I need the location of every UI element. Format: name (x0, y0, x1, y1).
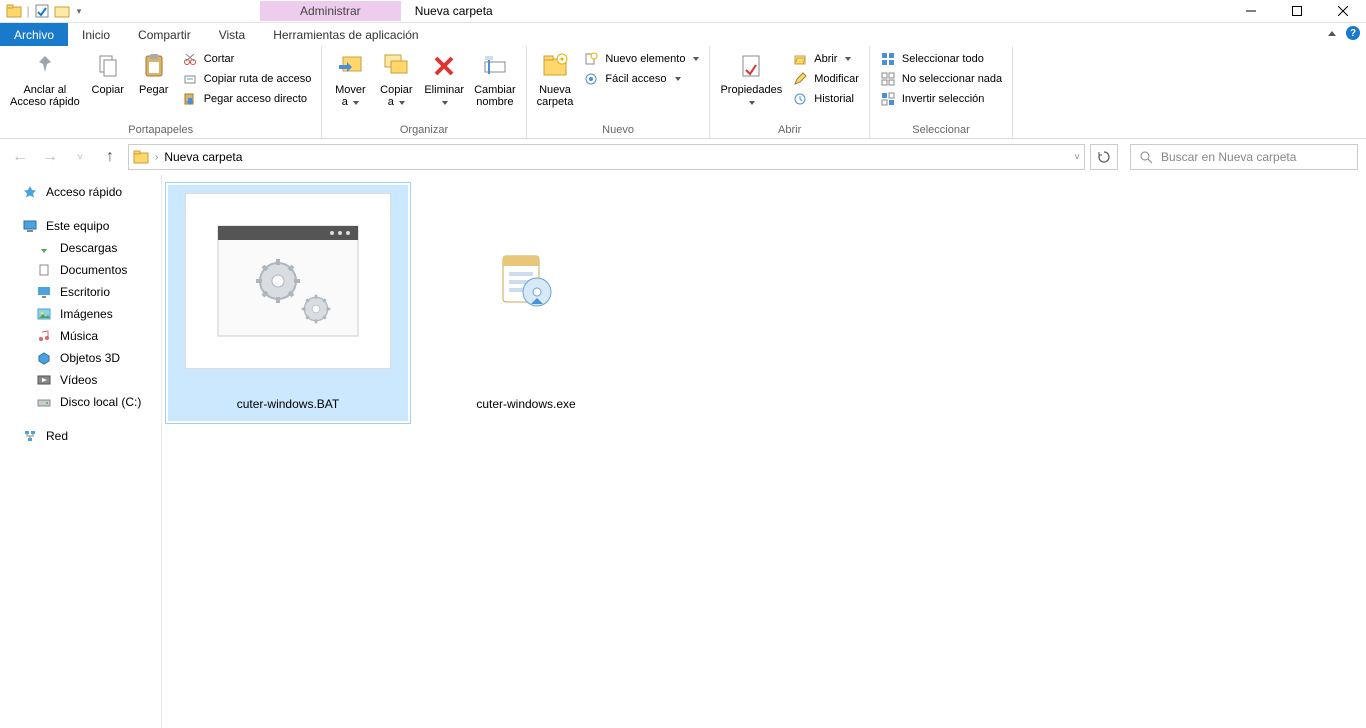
file-item[interactable]: cuter-windows.BAT (168, 185, 408, 421)
file-item[interactable]: cuter-windows.exe (420, 185, 632, 421)
select-none-icon (880, 71, 896, 87)
desktop-icon (36, 284, 52, 300)
tab-app-tools[interactable]: Herramientas de aplicación (259, 23, 432, 46)
nav-pictures[interactable]: Imágenes (0, 303, 161, 325)
file-name-label: cuter-windows.exe (472, 395, 579, 413)
history-icon (792, 91, 808, 107)
tab-file[interactable]: Archivo (0, 23, 68, 46)
nav-music[interactable]: Música (0, 325, 161, 347)
group-label-new: Nuevo (533, 123, 704, 138)
new-item-icon (583, 51, 599, 67)
star-icon (22, 184, 38, 200)
delete-button[interactable]: Eliminar (420, 48, 468, 110)
cut-button[interactable]: Cortar (178, 50, 316, 68)
breadcrumb[interactable]: Nueva carpeta (164, 150, 242, 164)
pictures-icon (36, 306, 52, 322)
folder-icon (133, 149, 149, 165)
group-label-select: Seleccionar (876, 123, 1006, 138)
folder-app-icon (6, 3, 22, 19)
select-all-icon (880, 51, 896, 67)
new-item-button[interactable]: Nuevo elemento (579, 50, 703, 68)
nav-quick-access[interactable]: Acceso rápido (0, 181, 161, 203)
contextual-tab-manage[interactable]: Administrar (260, 1, 401, 21)
nav-network[interactable]: Red (0, 425, 161, 447)
tab-view[interactable]: Vista (205, 23, 259, 46)
open-button[interactable]: Abrir (788, 50, 863, 68)
nav-videos[interactable]: Vídeos (0, 369, 161, 391)
edit-icon (792, 71, 808, 87)
copy-to-button[interactable]: Copiar a (374, 48, 418, 110)
edit-button[interactable]: Modificar (788, 70, 863, 88)
file-name-label: cuter-windows.BAT (233, 395, 343, 413)
file-list-pane[interactable]: cuter-windows.BAT cuter-windows.exe (162, 175, 1366, 728)
file-thumbnail-exe (423, 193, 629, 369)
file-thumbnail-bat (185, 193, 391, 369)
qat-customize-dropdown[interactable]: ▾ (74, 3, 84, 19)
history-button[interactable]: Historial (788, 90, 863, 108)
nav-local-disk[interactable]: Disco local (C:) (0, 391, 161, 413)
tab-share[interactable]: Compartir (124, 23, 205, 46)
paste-shortcut-icon (182, 91, 198, 107)
invert-selection-icon (880, 91, 896, 107)
objects3d-icon (36, 350, 52, 366)
select-all-button[interactable]: Seleccionar todo (876, 50, 1006, 68)
new-folder-button[interactable]: ✦ Nueva carpeta (533, 48, 578, 110)
minimize-button[interactable] (1228, 0, 1274, 23)
qat-properties-icon[interactable] (34, 3, 50, 19)
move-to-button[interactable]: Mover a (328, 48, 372, 110)
close-button[interactable] (1320, 0, 1366, 23)
refresh-button[interactable] (1090, 144, 1118, 170)
qat-folder-icon[interactable] (54, 3, 70, 19)
address-history-dropdown[interactable]: ˅ (1074, 152, 1080, 163)
window-title: Nueva carpeta (401, 4, 507, 18)
properties-button[interactable]: Propiedades (716, 48, 786, 110)
network-icon (22, 428, 38, 444)
invert-selection-button[interactable]: Invertir selección (876, 90, 1006, 108)
open-icon (792, 51, 808, 67)
nav-desktop[interactable]: Escritorio (0, 281, 161, 303)
address-bar[interactable]: › Nueva carpeta ˅ (128, 144, 1085, 170)
nav-back-button[interactable]: ← (8, 145, 32, 169)
nav-documents[interactable]: Documentos (0, 259, 161, 281)
music-icon (36, 328, 52, 344)
scissors-icon (182, 51, 198, 67)
pc-icon (22, 218, 38, 234)
nav-up-button[interactable]: ↑ (98, 145, 122, 169)
paste-shortcut-button[interactable]: Pegar acceso directo (178, 90, 316, 108)
nav-forward-button[interactable]: → (38, 145, 62, 169)
group-label-clipboard: Portapapeles (6, 123, 315, 138)
tab-home[interactable]: Inicio (68, 23, 124, 46)
select-none-button[interactable]: No seleccionar nada (876, 70, 1006, 88)
search-placeholder: Buscar en Nueva carpeta (1161, 150, 1296, 164)
group-label-organize: Organizar (328, 123, 519, 138)
downloads-icon (36, 240, 52, 256)
documents-icon (36, 262, 52, 278)
paste-button[interactable]: Pegar (132, 48, 176, 98)
help-icon[interactable]: ? (1346, 26, 1360, 40)
maximize-button[interactable] (1274, 0, 1320, 23)
easy-access-icon (583, 71, 599, 87)
nav-recent-dropdown[interactable]: ˅ (68, 145, 92, 169)
search-box[interactable]: Buscar en Nueva carpeta (1130, 144, 1358, 170)
disk-icon (36, 394, 52, 410)
svg-text:✦: ✦ (559, 55, 566, 64)
copy-path-icon (182, 71, 198, 87)
nav-downloads[interactable]: Descargas (0, 237, 161, 259)
easy-access-button[interactable]: Fácil acceso (579, 70, 703, 88)
ribbon-collapse-caret[interactable] (1328, 31, 1336, 36)
pin-quick-access-button[interactable]: Anclar al Acceso rápido (6, 48, 84, 110)
nav-this-pc[interactable]: Este equipo (0, 215, 161, 237)
navigation-pane[interactable]: Acceso rápido Este equipo Descargas Docu… (0, 175, 162, 728)
copy-path-button[interactable]: Copiar ruta de acceso (178, 70, 316, 88)
qat-divider: | (26, 3, 30, 19)
group-label-open: Abrir (716, 123, 862, 138)
search-icon (1139, 150, 1153, 164)
nav-3d-objects[interactable]: Objetos 3D (0, 347, 161, 369)
videos-icon (36, 372, 52, 388)
rename-button[interactable]: Cambiar nombre (470, 48, 520, 110)
copy-button[interactable]: Copiar (86, 48, 130, 98)
